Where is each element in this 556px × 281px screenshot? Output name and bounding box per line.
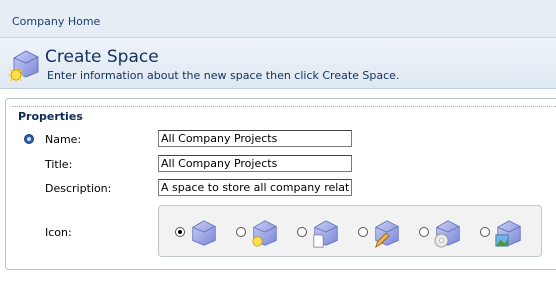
panel-divider [12,106,556,108]
page-title: Create Space [45,47,159,67]
icon-label: Icon: [45,226,72,239]
space-cd-icon[interactable] [433,218,463,248]
properties-heading: Properties [18,110,83,123]
space-icon[interactable] [189,218,219,248]
title-label: Title: [45,158,73,171]
required-indicator-icon [24,134,34,144]
space-pencil-icon[interactable] [372,218,402,248]
title-input[interactable] [158,155,352,172]
icon-radio-5[interactable] [419,227,429,237]
create-space-icon [8,50,39,82]
icon-radio-4[interactable] [358,227,368,237]
icon-picker [158,205,542,257]
icon-radio-1[interactable] [175,227,185,237]
space-document-icon[interactable] [311,218,341,248]
icon-radio-3[interactable] [297,227,307,237]
name-input[interactable] [158,130,352,147]
description-input[interactable] [158,179,352,196]
space-image-icon[interactable] [494,218,524,248]
icon-radio-2[interactable] [236,227,246,237]
name-label: Name: [45,133,82,146]
icon-radio-6[interactable] [480,227,490,237]
description-label: Description: [45,182,112,195]
breadcrumb-company-home[interactable]: Company Home [12,15,100,28]
space-sun-icon[interactable] [250,218,280,248]
page-subtitle: Enter information about the new space th… [47,69,400,82]
